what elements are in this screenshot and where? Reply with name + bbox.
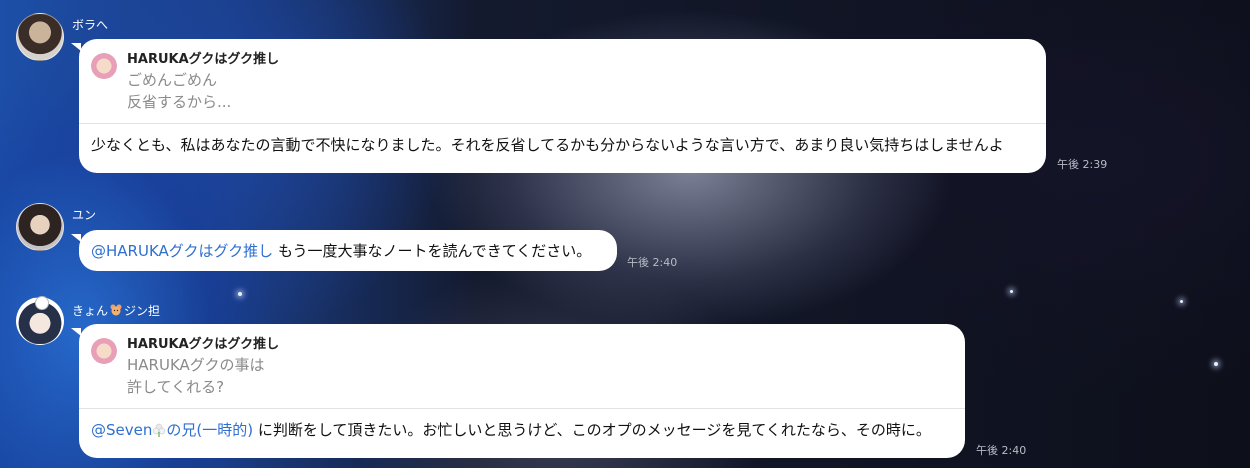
avatar-badge-icon (35, 296, 49, 310)
reply-avatar (91, 338, 117, 364)
mention-name-suffix: の兄(一時的) (166, 421, 254, 439)
background-sparkle (1180, 300, 1183, 303)
background-sparkle (1010, 290, 1013, 293)
reply-quote[interactable]: HARUKAグクはグク推し ごめんごめん 反省するから... (79, 39, 1046, 123)
sender-name: きょん ジン担 (72, 302, 160, 319)
reply-text-line: 許してくれる? (127, 378, 225, 396)
reply-text-line: 反省するから... (127, 93, 232, 111)
mention-link[interactable]: @HARUKAグクはグク推し (91, 242, 273, 260)
message-text-body: もう一度大事なノートを読んできてください。 (273, 242, 592, 260)
message-timestamp: 午後 2:40 (627, 256, 678, 269)
message-text: @Seven の兄(一時的) に判断をして頂きたい。お忙しいと思うけど、このオプの… (79, 409, 965, 451)
sender-name-suffix: ジン担 (124, 304, 161, 318)
reply-sender-name: HARUKAグクはグク推し (127, 52, 280, 67)
reply-sender-name: HARUKAグクはグク推し (127, 337, 280, 352)
reply-quote[interactable]: HARUKAグクはグク推し HARUKAグクの事は 許してくれる? (79, 324, 965, 408)
sender-name: ボラへ (72, 18, 109, 32)
message-text: 少なくとも、私はあなたの言動で不快になりました。それを反省してるかも分からないよ… (91, 136, 1004, 154)
message-bubble[interactable]: @HARUKAグクはグク推し もう一度大事なノートを読んできてください。 (71, 230, 617, 272)
message-text-body: に判断をして頂きたい。お忙しいと思うけど、このオプのメッセージを見てくれたなら、… (253, 421, 931, 439)
sender-name-prefix: きょん (72, 304, 109, 318)
avatar[interactable] (16, 13, 64, 61)
reply-avatar (91, 53, 117, 79)
reply-text-line: ごめんごめん (127, 71, 218, 89)
avatar[interactable] (16, 203, 64, 251)
background-sparkle (238, 292, 242, 296)
message-timestamp: 午後 2:40 (976, 444, 1027, 457)
message-bubble[interactable]: HARUKAグクはグク推し HARUKAグクの事は 許してくれる? @Seven… (71, 324, 965, 458)
mention-name: @Seven (91, 421, 153, 439)
mention-link[interactable]: @Seven の兄(一時的) (91, 421, 253, 439)
message-timestamp: 午後 2:39 (1057, 158, 1108, 171)
message-bubble[interactable]: HARUKAグクはグク推し ごめんごめん 反省するから... 少なくとも、私はあ… (71, 39, 1046, 173)
flower-emoji-icon (153, 423, 166, 437)
mouse-emoji-icon (110, 304, 122, 316)
reply-text-line: HARUKAグクの事は (127, 356, 265, 374)
message-text: @HARUKAグクはグク推し もう一度大事なノートを読んできてください。 (79, 230, 617, 272)
background-sparkle (1214, 362, 1218, 366)
sender-name: ユン (72, 208, 97, 222)
